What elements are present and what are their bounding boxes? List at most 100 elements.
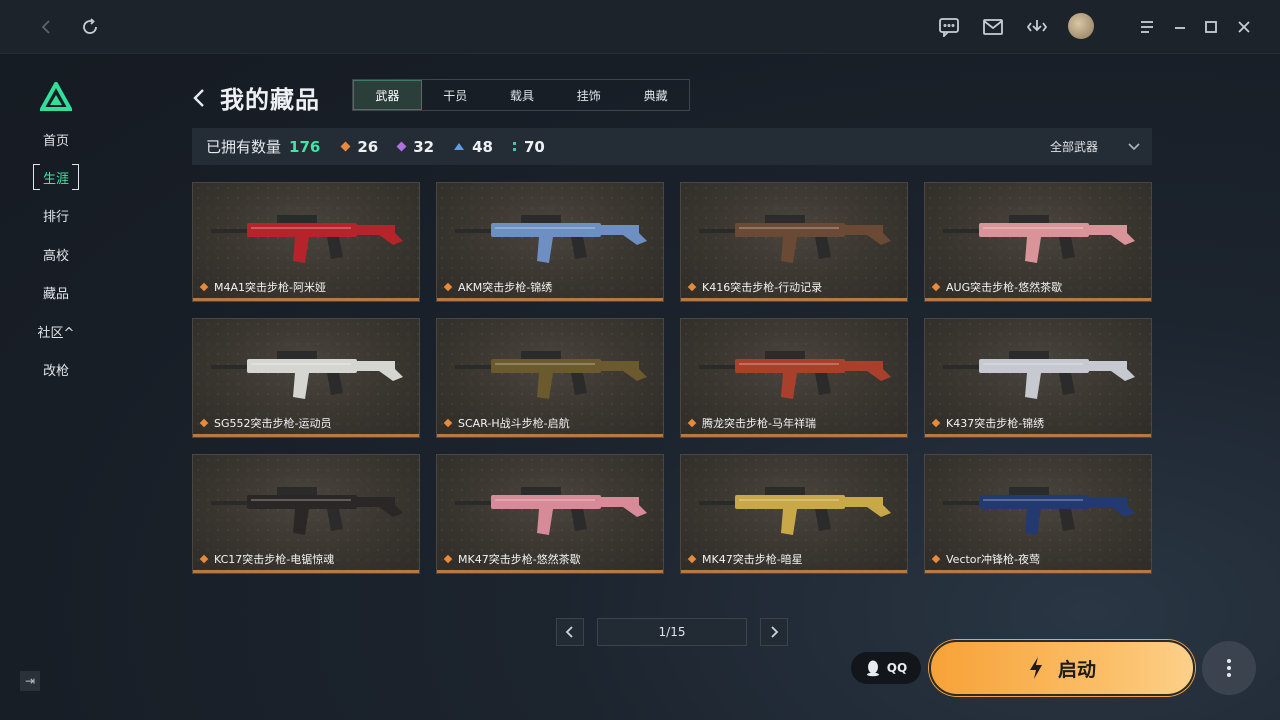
weapon-card[interactable]: SCAR-H战斗步枪-启航 — [436, 318, 664, 438]
sidebar-item-ranking[interactable]: 排行 — [0, 203, 112, 227]
maximize-icon[interactable] — [1198, 14, 1224, 40]
prev-page-button[interactable] — [556, 618, 584, 646]
rarity-diamond-icon — [931, 554, 941, 564]
weapon-card[interactable]: KC17突击步枪-电锯惊魂 — [192, 454, 420, 574]
weapon-name: SCAR-H战斗步枪-启航 — [443, 415, 570, 431]
page-header: 我的藏品 — [192, 80, 320, 115]
weapon-name: K437突击步枪-锦绣 — [931, 415, 1044, 431]
weapon-name: KC17突击步枪-电锯惊魂 — [199, 551, 334, 567]
close-icon[interactable] — [1231, 14, 1257, 40]
sidebar-item-home[interactable]: 首页 — [0, 127, 112, 151]
weapon-card[interactable]: SG552突击步枪-运动员 — [192, 318, 420, 438]
weapon-image — [211, 351, 403, 399]
expand-sidebar-icon[interactable]: ⇥ — [20, 671, 40, 691]
weapon-card[interactable]: MK47突击步枪-悠然茶歇 — [436, 454, 664, 574]
weapon-image — [943, 487, 1135, 535]
diamond-orange-icon — [340, 141, 351, 152]
rarity-diamond-icon — [199, 554, 209, 564]
owned-count-label: 已拥有数量 — [206, 138, 282, 156]
weapon-image — [211, 215, 403, 263]
rarity-bar — [681, 298, 907, 301]
rarity-bar — [925, 434, 1151, 437]
weapon-card[interactable]: K416突击步枪-行动记录 — [680, 182, 908, 302]
weapon-card[interactable]: AKM突击步枪-锦绣 — [436, 182, 664, 302]
chevron-down-icon — [1128, 142, 1140, 150]
chevron-blue-icon — [454, 143, 465, 150]
rarity-diamond-icon — [199, 282, 209, 292]
minimize-icon[interactable] — [1167, 14, 1193, 40]
rarity-bar — [681, 434, 907, 437]
menu-icon[interactable] — [1134, 14, 1160, 40]
chevron-right-icon — [771, 626, 779, 638]
next-page-button[interactable] — [760, 618, 788, 646]
rarity-bar — [681, 570, 907, 573]
title-bar — [0, 0, 1280, 54]
weapon-name: M4A1突击步枪-阿米娅 — [199, 279, 326, 295]
mail-icon[interactable] — [980, 14, 1006, 40]
sidebar-item-college[interactable]: 高校 — [0, 242, 112, 266]
back-icon[interactable] — [33, 14, 59, 40]
page-title: 我的藏品 — [220, 86, 320, 114]
weapon-image — [943, 351, 1135, 399]
rarity-orange-count: 26 — [340, 138, 378, 156]
weapon-filter-dropdown[interactable]: 全部武器 — [1050, 128, 1140, 165]
tab-vehicles[interactable]: 载具 — [489, 80, 556, 110]
rarity-purple-count: 32 — [396, 138, 434, 156]
weapon-image — [455, 351, 647, 399]
rarity-diamond-icon — [687, 554, 697, 564]
weapon-card[interactable]: 腾龙突击步枪-马年祥瑞 — [680, 318, 908, 438]
rarity-bar — [193, 434, 419, 437]
weapon-card[interactable]: K437突击步枪-锦绣 — [924, 318, 1152, 438]
weapon-card[interactable]: MK47突击步枪-暗星 — [680, 454, 908, 574]
weapon-card[interactable]: AUG突击步枪-悠然茶歇 — [924, 182, 1152, 302]
tab-weapons[interactable]: 武器 — [353, 80, 422, 110]
rarity-bar — [437, 298, 663, 301]
rarity-bar — [437, 434, 663, 437]
lightning-icon — [1029, 657, 1042, 679]
chat-icon[interactable] — [936, 14, 962, 40]
weapon-image — [211, 487, 403, 535]
owned-total: 176 — [289, 137, 321, 156]
tab-operators[interactable]: 干员 — [422, 80, 489, 110]
more-options-button[interactable] — [1202, 641, 1256, 695]
weapon-name: K416突击步枪-行动记录 — [687, 279, 822, 295]
chevron-left-icon — [565, 626, 573, 638]
rarity-blue-count: 48 — [454, 138, 493, 156]
weapon-name: Vector冲锋枪-夜莺 — [931, 551, 1040, 567]
sidebar-item-gunsmith[interactable]: 改枪 — [0, 357, 112, 381]
download-icon[interactable] — [1024, 14, 1050, 40]
weapon-name: AKM突击步枪-锦绣 — [443, 279, 552, 295]
weapon-name: MK47突击步枪-悠然茶歇 — [443, 551, 581, 567]
app-logo — [38, 79, 74, 112]
weapon-image — [699, 487, 891, 535]
diamond-purple-icon — [396, 141, 407, 152]
tab-legendary[interactable]: 典藏 — [622, 80, 689, 110]
refresh-icon[interactable] — [77, 14, 103, 40]
tab-charms[interactable]: 挂饰 — [555, 80, 622, 110]
colon-teal-icon — [512, 142, 516, 151]
qq-login-button[interactable]: QQ — [851, 652, 921, 684]
weapon-name: MK47突击步枪-暗星 — [687, 551, 803, 567]
pagination: 1/15 — [556, 618, 788, 646]
rarity-diamond-icon — [443, 554, 453, 564]
avatar[interactable] — [1068, 13, 1094, 39]
weapon-image — [699, 215, 891, 263]
more-vertical-icon — [1227, 659, 1231, 677]
weapon-name: 腾龙突击步枪-马年祥瑞 — [687, 415, 816, 431]
rarity-teal-count: 70 — [512, 138, 545, 156]
weapon-card[interactable]: M4A1突击步枪-阿米娅 — [192, 182, 420, 302]
collection-stats-bar: 已拥有数量 176 26 32 48 70 全部武器 — [192, 128, 1152, 165]
sidebar-item-collection[interactable]: 藏品 — [0, 280, 112, 304]
rarity-diamond-icon — [443, 282, 453, 292]
page-indicator: 1/15 — [597, 618, 747, 646]
sidebar-item-career[interactable]: 生涯 — [0, 163, 112, 190]
back-arrow-icon[interactable] — [192, 83, 212, 113]
rarity-bar — [193, 298, 419, 301]
weapon-card[interactable]: Vector冲锋枪-夜莺 — [924, 454, 1152, 574]
sidebar-item-community[interactable]: 社区^ — [0, 319, 112, 343]
weapon-image — [699, 351, 891, 399]
sidebar: 首页 生涯 排行 高校 藏品 社区^ 改枪 ⇥ — [0, 54, 112, 720]
rarity-bar — [437, 570, 663, 573]
launch-button[interactable]: 启动 — [929, 640, 1195, 696]
category-tabs: 武器 干员 载具 挂饰 典藏 — [352, 79, 690, 111]
